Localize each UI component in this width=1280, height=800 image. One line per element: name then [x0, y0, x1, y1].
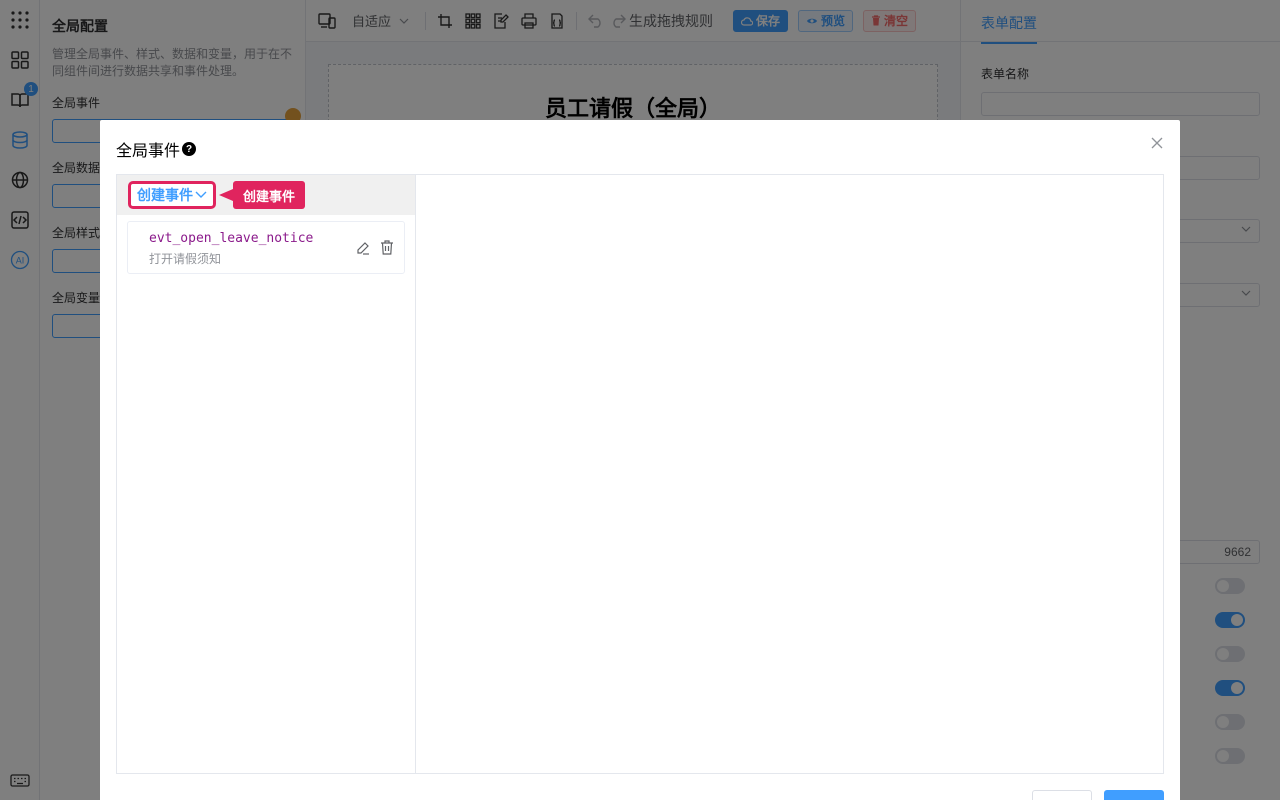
create-event-label: 创建事件	[137, 187, 193, 203]
confirm-button[interactable]	[1104, 790, 1164, 800]
help-icon[interactable]: ?	[182, 142, 197, 156]
dialog-body: 创建事件 创建事件 evt_open_leave_notice 打开请假须知	[116, 174, 1164, 774]
event-description: 打开请假须知	[149, 252, 222, 266]
delete-icon[interactable]	[380, 240, 394, 258]
dialog-title-text: 全局事件	[116, 143, 181, 160]
cancel-button[interactable]	[1032, 790, 1092, 800]
event-name: evt_open_leave_notice	[149, 231, 314, 246]
create-event-button[interactable]: 创建事件	[128, 181, 216, 209]
event-list-panel: 创建事件 创建事件 evt_open_leave_notice 打开请假须知	[117, 175, 416, 773]
chevron-down-icon	[195, 191, 207, 198]
global-events-dialog: 全局事件 ? 创建事件 创建事件 evt_open_leave_notice 打…	[100, 120, 1180, 800]
close-icon[interactable]	[1150, 136, 1164, 150]
dialog-title: 全局事件 ?	[116, 137, 197, 161]
list-item[interactable]: evt_open_leave_notice 打开请假须知	[127, 221, 405, 274]
edit-icon[interactable]	[356, 241, 370, 258]
event-list-header: 创建事件 创建事件	[117, 175, 415, 215]
event-editor-area	[417, 175, 1163, 773]
annotation-callout: 创建事件	[218, 181, 306, 209]
